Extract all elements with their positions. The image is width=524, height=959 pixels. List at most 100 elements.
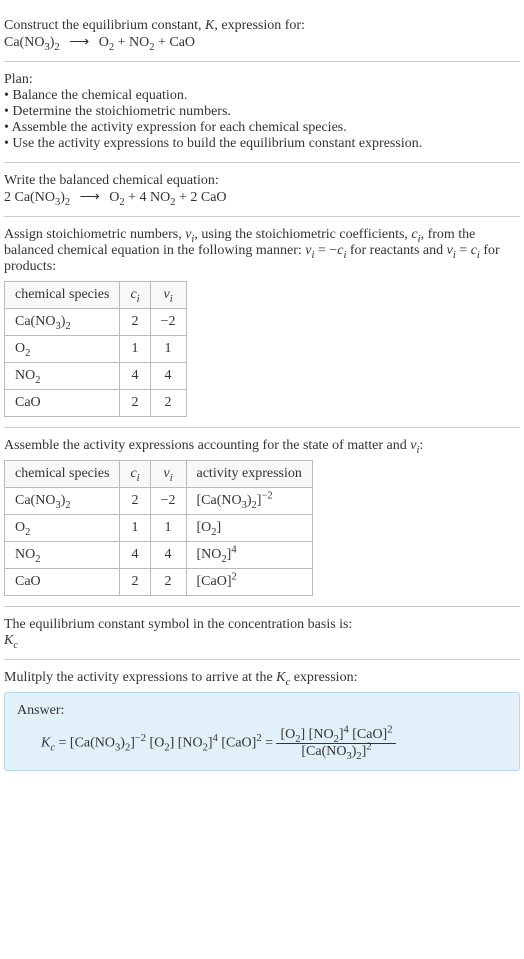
k-symbol: K: [205, 18, 214, 33]
col-header: ci: [120, 461, 150, 488]
cell: 2: [150, 390, 186, 417]
stoich-table: chemical species ci νi Ca(NO3)2 2 −2 O2 …: [4, 281, 187, 417]
cell: NO2: [5, 363, 120, 390]
plan-section: Plan: Balance the chemical equation. Det…: [4, 62, 520, 163]
text: [NO: [197, 547, 222, 562]
species: O: [109, 190, 119, 205]
cell: 4: [150, 542, 186, 569]
superscript: 2: [387, 724, 392, 735]
species: 2 CaO: [190, 190, 226, 205]
plan-item: Determine the stoichiometric numbers.: [4, 104, 520, 120]
table-row: Ca(NO3)2 2 −2: [5, 309, 187, 336]
subscript: 2: [54, 42, 59, 53]
cell: CaO: [5, 569, 120, 596]
table-row: CaO 2 2: [5, 390, 187, 417]
plan-item: Balance the chemical equation.: [4, 88, 520, 104]
text: Mulitply the activity expressions to arr…: [4, 670, 276, 685]
text: NO: [15, 368, 35, 383]
text: :: [419, 438, 423, 453]
cell: 1: [120, 336, 150, 363]
text: =: [262, 736, 277, 751]
fraction: [O2] [NO2]4 [CaO]2[Ca(NO3)2]2: [276, 727, 396, 760]
subscript: 2: [65, 321, 70, 332]
text: Assemble the activity expressions accoun…: [4, 438, 410, 453]
text: [O: [197, 520, 212, 535]
text: =: [456, 243, 471, 258]
species: Ca(NO: [4, 35, 44, 50]
reaction-arrow-icon: ⟶: [63, 34, 95, 51]
cell: 2: [120, 309, 150, 336]
text: [Ca(NO: [197, 493, 242, 508]
text: Ca(NO: [15, 314, 55, 329]
unbalanced-equation: Ca(NO3)2 ⟶ O2 + NO2 + CaO: [4, 34, 520, 51]
superscript: −2: [261, 490, 272, 501]
subscript: 2: [149, 42, 154, 53]
col-header: ci: [120, 282, 150, 309]
text: Construct the equilibrium constant,: [4, 18, 205, 33]
species: O: [99, 35, 109, 50]
text: , expression for:: [214, 18, 305, 33]
cell: 2: [120, 488, 150, 515]
table-header-row: chemical species ci νi activity expressi…: [5, 461, 313, 488]
k-symbol: K: [41, 736, 50, 751]
plan-header: Plan:: [4, 72, 520, 88]
superscript: 2: [366, 741, 371, 752]
col-header: chemical species: [5, 282, 120, 309]
stoich-text: Assign stoichiometric numbers, νi, using…: [4, 227, 520, 275]
species: 2 Ca(NO: [4, 190, 55, 205]
cell: 2: [120, 390, 150, 417]
text: [O: [146, 736, 164, 751]
k-symbol-line: Kc: [4, 633, 520, 649]
numerator: [O2] [NO2]4 [CaO]2: [276, 727, 396, 744]
text: ]: [217, 520, 222, 535]
text: = −: [314, 243, 337, 258]
subscript: i: [137, 294, 140, 305]
subscript: 2: [25, 527, 30, 538]
cell: 4: [120, 542, 150, 569]
cell: 1: [150, 515, 186, 542]
col-header: νi: [150, 282, 186, 309]
superscript: −2: [135, 733, 146, 744]
cell: 2: [120, 569, 150, 596]
intro-line: Construct the equilibrium constant, K, e…: [4, 18, 520, 34]
activity-text: Assemble the activity expressions accoun…: [4, 438, 520, 454]
cell: CaO: [5, 390, 120, 417]
subscript: 2: [65, 197, 70, 208]
text: [Ca(NO: [70, 736, 115, 751]
subscript: 2: [35, 554, 40, 565]
reaction-arrow-icon: ⟶: [74, 189, 106, 206]
subscript: 2: [35, 375, 40, 386]
subscript: 2: [170, 197, 175, 208]
text: [CaO]: [218, 736, 257, 751]
subscript: i: [137, 473, 140, 484]
text: NO: [15, 547, 35, 562]
text: [O: [280, 727, 295, 742]
subscript: i: [170, 473, 173, 484]
cell: −2: [150, 309, 186, 336]
cell: 4: [120, 363, 150, 390]
activity-table: chemical species ci νi activity expressi…: [4, 460, 313, 596]
answer-equation: Kc = [Ca(NO3)2]−2 [O2] [NO2]4 [CaO]2 = […: [17, 727, 507, 760]
cell: Ca(NO3)2: [5, 309, 120, 336]
ksymbol-section: The equilibrium constant symbol in the c…: [4, 607, 520, 660]
cell: [NO2]4: [186, 542, 312, 569]
intro-section: Construct the equilibrium constant, K, e…: [4, 8, 520, 62]
cell: [O2]: [186, 515, 312, 542]
balanced-equation: 2 Ca(NO3)2 ⟶ O2 + 4 NO2 + 2 CaO: [4, 189, 520, 206]
superscript: 2: [232, 571, 237, 582]
multiply-text: Mulitply the activity expressions to arr…: [4, 670, 520, 686]
stoich-section: Assign stoichiometric numbers, νi, using…: [4, 217, 520, 428]
text: Assign stoichiometric numbers,: [4, 227, 185, 242]
table-row: NO2 4 4 [NO2]4: [5, 542, 313, 569]
activity-section: Assemble the activity expressions accoun…: [4, 428, 520, 607]
text: O: [15, 341, 25, 356]
col-header: activity expression: [186, 461, 312, 488]
text: [NO: [174, 736, 202, 751]
table-row: NO2 4 4: [5, 363, 187, 390]
subscript: c: [13, 640, 18, 651]
text: O: [15, 520, 25, 535]
cell: O2: [5, 336, 120, 363]
table-row: CaO 2 2 [CaO]2: [5, 569, 313, 596]
k-symbol: K: [276, 670, 285, 685]
cell: O2: [5, 515, 120, 542]
